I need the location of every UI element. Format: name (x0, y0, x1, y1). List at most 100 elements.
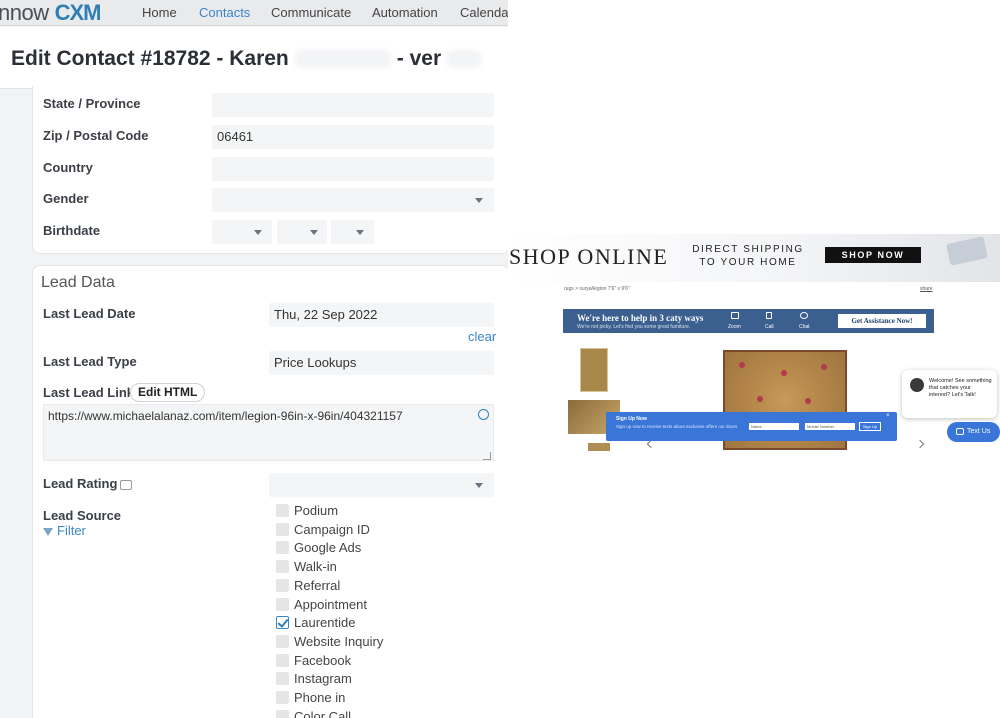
state-input[interactable] (212, 93, 494, 117)
signup-popup: Sign Up Now Sign up now to receive texts… (606, 412, 897, 441)
lead-rating-label: Lead Rating (43, 476, 133, 491)
chat-bubble[interactable]: Welcome! See something that catches your… (902, 370, 997, 418)
chevron-down-icon (475, 198, 483, 203)
shop-panel: SHOP ONLINE DIRECT SHIPPING TO YOUR HOME … (508, 0, 1000, 718)
help-title: We're here to help in 3 caty ways (577, 313, 704, 323)
nav-communicate[interactable]: Communicate (271, 0, 351, 26)
zoom-label[interactable]: Zoom (728, 324, 741, 330)
share-link[interactable]: share (920, 286, 933, 292)
checkbox[interactable] (276, 522, 289, 536)
filter-link[interactable]: Filter (43, 523, 86, 538)
checkbox[interactable] (276, 709, 289, 718)
signup-mobile-input[interactable]: Mobile Number (805, 423, 855, 430)
checkbox[interactable] (276, 541, 289, 555)
chat-message: Welcome! See something that catches your… (929, 378, 992, 398)
gender-select[interactable] (212, 188, 494, 212)
help-subtitle: We're not picky. Let's find you some gre… (577, 324, 691, 330)
next-arrow-icon[interactable] (915, 439, 925, 449)
last-lead-link-textarea[interactable]: https://www.michaelalanaz.com/item/legio… (43, 404, 494, 461)
lead-source-label: Campaign ID (294, 521, 370, 537)
title-bar: Edit Contact #18782 - Karen - ver (0, 27, 508, 89)
lead-source-option[interactable]: Podium (276, 503, 338, 521)
text-us-button[interactable]: Text Us (947, 422, 1000, 442)
checkbox[interactable] (276, 597, 289, 611)
last-lead-type-label: Last Lead Type (43, 354, 137, 369)
redacted-tail (447, 50, 482, 69)
rug-thumbnail-1[interactable] (580, 348, 608, 392)
crm-panel: nnow CXM Home Contacts Communicate Automa… (0, 0, 508, 718)
get-assistance-button[interactable]: Get Assistance Now! (838, 314, 926, 328)
chat-label[interactable]: Chat (799, 324, 810, 330)
lead-source-option[interactable]: Website Inquiry (276, 634, 383, 652)
birthdate-day-select[interactable] (277, 220, 327, 244)
birthdate-label: Birthdate (43, 223, 101, 238)
lead-source-option[interactable]: Phone in (276, 690, 345, 708)
nav-automation[interactable]: Automation (372, 0, 438, 26)
title-suffix: - ver (396, 47, 442, 70)
lead-source-option[interactable]: Google Ads (276, 540, 361, 558)
signup-text: Sign up now to receive texts about exclu… (616, 424, 738, 429)
last-lead-date-input[interactable]: Thu, 22 Sep 2022 (269, 303, 494, 327)
lead-source-label: Website Inquiry (294, 633, 384, 649)
message-icon (956, 428, 964, 435)
logo[interactable]: nnow CXM (0, 0, 101, 26)
nav-contacts[interactable]: Contacts (199, 0, 250, 26)
phone-icon[interactable] (766, 312, 772, 319)
top-nav: nnow CXM Home Contacts Communicate Automa… (0, 0, 508, 26)
checkbox[interactable] (276, 672, 289, 686)
page-title: Edit Contact #18782 - Karen - ver (11, 47, 487, 71)
text-us-label: Text Us (967, 428, 991, 435)
edit-html-button[interactable]: Edit HTML (130, 383, 206, 402)
resize-handle-icon[interactable] (483, 452, 491, 460)
call-label[interactable]: Call (765, 324, 774, 330)
country-input[interactable] (212, 157, 494, 181)
last-lead-type-input[interactable]: Price Lookups (269, 351, 494, 375)
prev-arrow-icon[interactable] (646, 439, 656, 449)
chevron-down-icon (475, 483, 483, 488)
lead-source-option[interactable]: Appointment (276, 597, 367, 615)
lead-source-label: Referral (294, 577, 341, 593)
lead-source-label: Laurentide (294, 615, 356, 631)
lead-data-title: Lead Data (41, 274, 115, 291)
birthdate-year-select[interactable] (331, 220, 374, 244)
nav-calendar[interactable]: Calendar (460, 0, 508, 26)
checkbox[interactable] (276, 504, 289, 517)
zip-label: Zip / Postal Code (43, 128, 149, 143)
gender-label: Gender (43, 191, 89, 206)
checkbox[interactable] (276, 578, 289, 592)
checkbox[interactable] (276, 691, 289, 704)
lead-source-option[interactable]: Referral (276, 578, 340, 596)
lead-source-option[interactable]: Instagram (276, 671, 352, 689)
zip-input[interactable]: 06461 (212, 125, 494, 149)
checkbox[interactable] (276, 653, 289, 667)
checkbox[interactable] (276, 560, 289, 574)
lead-source-label: Podium (294, 503, 339, 518)
globe-icon[interactable] (478, 409, 489, 420)
rug-thumbnail-3[interactable] (588, 443, 610, 451)
checkbox[interactable] (276, 634, 289, 648)
lead-source-option[interactable]: Facebook (276, 653, 351, 671)
checkbox-checked[interactable] (276, 616, 289, 630)
chat-icon[interactable] (800, 312, 808, 319)
filter-icon (43, 527, 53, 536)
signup-name-input[interactable]: Name (749, 423, 799, 430)
lead-rating-select[interactable] (269, 473, 494, 497)
lead-source-option[interactable]: Campaign ID (276, 522, 370, 540)
nav-home[interactable]: Home (142, 0, 177, 26)
clear-link[interactable]: clear (468, 329, 496, 344)
shop-online-heading: SHOP ONLINE (509, 244, 669, 269)
lead-source-option[interactable]: Walk-in (276, 559, 337, 577)
breadcrumb[interactable]: rugs > surya/legion 7'6" x 9'6" (564, 286, 630, 292)
lead-source-option[interactable]: Color Call (276, 709, 351, 718)
lead-source-label: Facebook (294, 652, 352, 668)
last-lead-link-label: Last Lead Link (43, 385, 135, 400)
lead-source-option[interactable]: Laurentide (276, 615, 355, 633)
close-icon[interactable]: × (886, 413, 890, 419)
zoom-icon[interactable] (731, 312, 739, 319)
rug-pattern (821, 364, 827, 370)
shop-now-button[interactable]: SHOP NOW (825, 247, 921, 263)
chevron-down-icon (310, 230, 318, 235)
signup-title: Sign Up Now (616, 416, 647, 422)
birthdate-month-select[interactable] (212, 220, 272, 244)
signup-button[interactable]: Sign Up (859, 422, 881, 431)
